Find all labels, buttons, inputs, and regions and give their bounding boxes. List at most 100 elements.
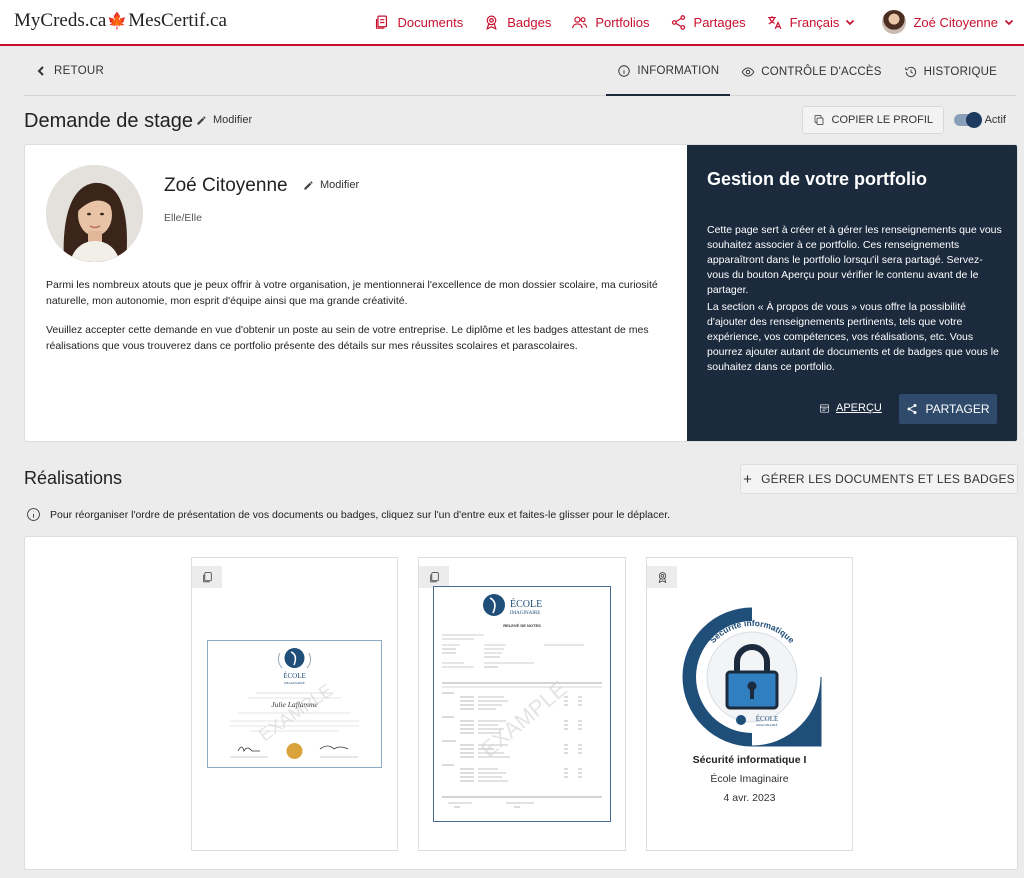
edit-title-button[interactable]: Modifier bbox=[196, 114, 252, 126]
diploma-school: ÉCOLE bbox=[283, 672, 306, 680]
tab-history-label: HISTORIQUE bbox=[923, 66, 997, 78]
nav-documents-label: Documents bbox=[397, 14, 464, 30]
badge-date: 4 avr. 2023 bbox=[723, 792, 776, 804]
badge-school: ÉCOLE bbox=[756, 715, 779, 723]
badge-tile[interactable]: Sécurité informatique ÉCOLE IMAGINAIRE S… bbox=[646, 557, 853, 851]
nav-shares-label: Partages bbox=[693, 14, 746, 30]
copy-profile-label: COPIER LE PROFIL bbox=[831, 114, 933, 126]
tab-access-control[interactable]: CONTRÔLE D'ACCÈS bbox=[730, 48, 892, 96]
chevron-left-icon bbox=[37, 66, 44, 76]
panel-paragraph: La section « À propos de vous » vous off… bbox=[707, 301, 999, 373]
share-label: PARTAGER bbox=[925, 402, 990, 416]
chevron-down-icon bbox=[846, 19, 855, 26]
manage-label: GÉRER LES DOCUMENTS ET LES BADGES bbox=[761, 472, 1015, 486]
nav-badges-label: Badges bbox=[507, 14, 552, 30]
tab-information-label: INFORMATION bbox=[637, 65, 720, 77]
reorder-hint: Pour réorganiser l'ordre de présentation… bbox=[26, 507, 670, 522]
avatar bbox=[882, 10, 907, 34]
tab-access-control-label: CONTRÔLE D'ACCÈS bbox=[761, 66, 882, 78]
history-icon bbox=[904, 66, 916, 78]
plus-icon: + bbox=[743, 470, 753, 488]
transcript-school: ÉCOLE bbox=[510, 598, 542, 610]
active-toggle[interactable] bbox=[954, 112, 982, 128]
brand-logo[interactable]: MyCreds.ca 🍁 MesCertif.ca bbox=[14, 10, 227, 32]
title-row: Demande de stage Modifier COPIER LE PROF… bbox=[24, 106, 1016, 136]
top-nav: MyCreds.ca 🍁 MesCertif.ca Documents Badges… bbox=[0, 0, 1024, 46]
copy-profile-button[interactable]: COPIER LE PROFIL bbox=[801, 106, 944, 134]
bio-paragraph: Veuillez accepter cette demande en vue d… bbox=[46, 324, 649, 352]
user-menu[interactable]: Zoé Citoyenne bbox=[882, 10, 1014, 34]
bio-paragraph: Parmi les nombreux atouts que je peux of… bbox=[46, 279, 658, 307]
sub-header: RETOUR INFORMATION CONTRÔLE D'ACCÈS HIST… bbox=[24, 48, 1016, 96]
nav-portfolios-label: Portfolios bbox=[595, 14, 650, 30]
language-selector[interactable]: Français bbox=[766, 14, 863, 31]
achievements-gallery: ÉCOLE IMAGINAIRE Julie Laflamme EXAMPLE bbox=[24, 536, 1018, 870]
badge-ribbon-icon bbox=[658, 571, 666, 583]
portfolio-help-panel: Gestion de votre portfolio Cette page se… bbox=[687, 145, 1017, 441]
share-button[interactable]: PARTAGER bbox=[899, 394, 997, 424]
pronouns: Elle/Elle bbox=[164, 212, 202, 224]
tabs: INFORMATION CONTRÔLE D'ACCÈS HISTORIQUE bbox=[606, 48, 1008, 96]
documents-icon bbox=[429, 571, 439, 582]
active-label: Actif bbox=[984, 114, 1006, 126]
badge-title: Sécurité informatique I bbox=[692, 754, 807, 766]
transcript-preview: ÉCOLE IMAGINAIRE RELEVÉ DE NOTES EXAMPLE bbox=[433, 586, 611, 822]
documents-icon bbox=[376, 15, 388, 29]
transcript-heading: RELEVÉ DE NOTES bbox=[503, 623, 541, 628]
profile-card: Zoé Citoyenne Modifier Elle/Elle Parmi l… bbox=[24, 144, 1018, 442]
info-icon bbox=[27, 508, 40, 521]
profile-name: Zoé Citoyenne bbox=[164, 175, 288, 196]
page-title: Demande de stage bbox=[24, 110, 194, 132]
info-icon bbox=[618, 65, 631, 77]
badge-type-badge bbox=[647, 566, 677, 588]
eye-icon bbox=[741, 67, 755, 77]
diploma-preview: ÉCOLE IMAGINAIRE Julie Laflamme EXAMPLE bbox=[207, 640, 382, 768]
nav-portfolios[interactable]: Portfolios bbox=[571, 14, 650, 31]
people-icon bbox=[572, 16, 588, 28]
badge-image: Sécurité informatique ÉCOLE IMAGINAIRE bbox=[682, 607, 822, 747]
preview-label: APERÇU bbox=[836, 402, 882, 414]
preview-icon bbox=[820, 404, 829, 412]
document-tile-transcript[interactable]: ÉCOLE IMAGINAIRE RELEVÉ DE NOTES EXAMPLE bbox=[418, 557, 626, 851]
panel-title: Gestion de votre portfolio bbox=[707, 169, 928, 189]
preview-button[interactable]: APERÇU bbox=[819, 402, 882, 414]
achievements-title: Réalisations bbox=[24, 468, 123, 488]
diploma-school-sub: IMAGINAIRE bbox=[284, 681, 305, 685]
profile-bio: Parmi les nombreux atouts que je peux of… bbox=[46, 278, 666, 354]
document-type-badge bbox=[192, 566, 222, 588]
panel-paragraph: Cette page sert à créer et à gérer les r… bbox=[707, 224, 1002, 296]
transcript-school-sub: IMAGINAIRE bbox=[510, 611, 540, 616]
tab-information[interactable]: INFORMATION bbox=[606, 48, 731, 96]
nav-shares[interactable]: Partages bbox=[670, 14, 746, 31]
manage-documents-badges-button[interactable]: + GÉRER LES DOCUMENTS ET LES BADGES bbox=[740, 464, 1018, 494]
diploma-watermark: EXAMPLE bbox=[255, 680, 336, 745]
profile-photo bbox=[46, 165, 143, 262]
share-icon bbox=[671, 14, 685, 30]
document-tile-diploma[interactable]: ÉCOLE IMAGINAIRE Julie Laflamme EXAMPLE bbox=[191, 557, 398, 851]
brand-name-left: MyCreds.ca bbox=[14, 10, 107, 31]
tab-history[interactable]: HISTORIQUE bbox=[893, 48, 1008, 96]
badge-issuer: École Imaginaire bbox=[710, 773, 789, 785]
user-name: Zoé Citoyenne bbox=[913, 14, 998, 30]
brand-name-right: MesCertif.ca bbox=[128, 10, 227, 31]
language-label: Français bbox=[789, 14, 840, 30]
translate-icon bbox=[767, 15, 782, 29]
documents-icon bbox=[202, 571, 212, 582]
pencil-icon bbox=[304, 180, 313, 190]
badge-school-sub: IMAGINAIRE bbox=[756, 723, 777, 727]
badge-ribbon-icon bbox=[486, 15, 497, 30]
transcript-watermark: EXAMPLE bbox=[476, 676, 572, 762]
nav-links: Documents Badges Portfolios Partages Fra… bbox=[373, 0, 1024, 44]
back-label: RETOUR bbox=[54, 65, 105, 77]
pencil-icon bbox=[197, 115, 206, 125]
document-type-badge bbox=[419, 566, 449, 588]
chevron-down-icon bbox=[1004, 19, 1014, 26]
nav-badges[interactable]: Badges bbox=[483, 14, 551, 31]
reorder-hint-text: Pour réorganiser l'ordre de présentation… bbox=[50, 508, 671, 521]
edit-title-label: Modifier bbox=[213, 114, 253, 126]
nav-documents[interactable]: Documents bbox=[373, 14, 463, 31]
maple-leaf-icon: 🍁 bbox=[107, 13, 128, 30]
back-button[interactable]: RETOUR bbox=[36, 65, 104, 77]
edit-profile-button[interactable]: Modifier bbox=[303, 179, 359, 191]
share-icon bbox=[907, 404, 917, 414]
